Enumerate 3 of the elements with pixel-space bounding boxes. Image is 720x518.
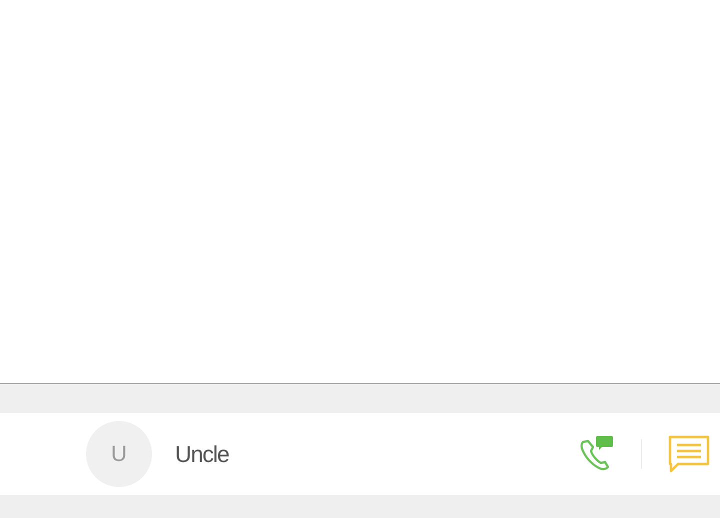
avatar: U	[86, 421, 152, 487]
contact-name: Uncle	[175, 440, 229, 468]
message-icon[interactable]	[668, 435, 710, 473]
